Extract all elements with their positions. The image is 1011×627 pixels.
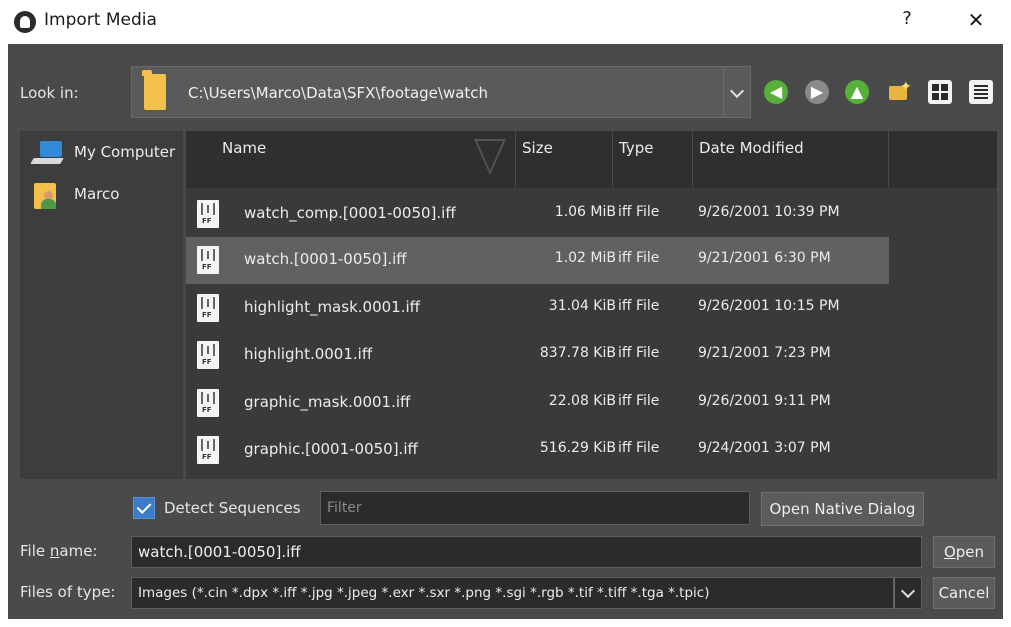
open-native-dialog-button[interactable]: Open Native Dialog [761, 492, 924, 526]
file-size: 837.78 KiB [539, 345, 616, 361]
column-header-label: Date Modified [699, 139, 804, 157]
chevron-down-icon[interactable] [723, 66, 751, 118]
file-name-label: File name: [20, 542, 97, 560]
detect-sequences-checkbox[interactable] [133, 497, 155, 519]
file-type: iff File [618, 345, 660, 361]
detect-sequences-label[interactable]: Detect Sequences [164, 499, 301, 517]
computer-icon [30, 141, 66, 165]
filter-input[interactable] [320, 491, 750, 525]
file-list[interactable]: Name Size Type Date Modified FF watch_co… [186, 131, 997, 479]
file-type: iff File [618, 440, 660, 456]
open-label-rest: pen [955, 543, 985, 561]
iff-file-icon: FF [197, 436, 219, 464]
list-line [974, 93, 988, 95]
list-line [974, 89, 988, 91]
chevron-down-icon[interactable] [894, 577, 922, 609]
sidebar-item-label: My Computer [74, 143, 176, 161]
grid-cell [941, 93, 948, 100]
label-part: File [20, 542, 50, 560]
column-header-label: Type [619, 139, 654, 157]
iff-file-icon: FF [197, 341, 219, 369]
label-mnemonic: n [49, 542, 60, 560]
file-type: iff File [618, 204, 660, 220]
column-header-label: Size [522, 139, 553, 157]
forward-icon[interactable]: ▶ [805, 80, 829, 104]
up-arrow-glyph: ▲ [850, 82, 864, 101]
files-of-type-combo[interactable]: Images (*.cin *.dpx *.iff *.jpg *.jpeg *… [131, 577, 894, 609]
close-icon[interactable]: ✕ [962, 8, 990, 32]
file-type: iff File [618, 298, 660, 314]
file-size: 1.06 MiB [554, 204, 616, 220]
user-folder-icon [34, 179, 60, 209]
folder-icon [142, 70, 166, 110]
file-name: watch.[0001-0050].iff [244, 250, 407, 268]
file-size: 31.04 KiB [548, 298, 616, 314]
file-row[interactable]: FF graphic_mask.0001.iff 22.08 KiB iff F… [186, 380, 997, 427]
column-header-type[interactable]: Type [613, 131, 693, 188]
iff-file-icon: FF [197, 389, 219, 417]
dialog-bottom-edge [8, 619, 1003, 627]
column-header-label: Name [222, 139, 267, 157]
file-row[interactable]: FF highlight_mask.0001.iff 31.04 KiB iff… [186, 285, 997, 332]
label-part: ame: [59, 542, 98, 560]
up-icon[interactable]: ▲ [845, 80, 869, 104]
new-folder-star: ✦ [900, 79, 912, 95]
open-mnemonic: O [943, 543, 956, 561]
list-view-icon[interactable] [969, 80, 993, 104]
forward-arrow-glyph: ▶ [810, 82, 824, 101]
back-arrow-glyph: ◀ [769, 82, 783, 101]
file-row[interactable]: FF highlight.0001.iff 837.78 KiB iff Fil… [186, 332, 997, 379]
look-in-label: Look in: [20, 84, 79, 102]
sidebar-item-marco[interactable]: Marco [20, 175, 183, 215]
file-name-field[interactable] [131, 536, 922, 568]
places-sidebar: My Computer Marco [20, 131, 183, 479]
sort-descending-icon [474, 139, 506, 175]
iff-file-icon: FF [197, 294, 219, 322]
file-date: 9/26/2001 10:15 PM [698, 298, 840, 314]
iff-file-icon: FF [197, 246, 219, 274]
list-line [974, 85, 988, 87]
file-date: 9/21/2001 6:30 PM [698, 250, 831, 266]
back-icon[interactable]: ◀ [764, 80, 788, 104]
files-of-type-value: Images (*.cin *.dpx *.iff *.jpg *.jpeg *… [138, 585, 710, 601]
file-date: 9/26/2001 9:11 PM [698, 393, 831, 409]
file-row-selected[interactable]: FF watch.[0001-0050].iff 1.02 MiB iff Fi… [186, 237, 997, 284]
column-header-date-modified[interactable]: Date Modified [693, 131, 889, 188]
grid-cell [932, 93, 939, 100]
file-row[interactable]: FF graphic.[0001-0050].iff 516.29 KiB if… [186, 427, 997, 474]
file-type: iff File [618, 250, 660, 266]
sidebar-item-label: Marco [74, 185, 120, 203]
sidebar-item-my-computer[interactable]: My Computer [20, 133, 183, 173]
file-size: 1.02 MiB [554, 250, 616, 266]
file-date: 9/24/2001 3:07 PM [698, 440, 831, 456]
files-of-type-label: Files of type: [20, 583, 116, 601]
grid-cell [941, 84, 948, 91]
help-button[interactable]: ? [895, 8, 919, 29]
open-button[interactable]: Open [933, 536, 995, 568]
file-name: graphic.[0001-0050].iff [244, 440, 418, 458]
app-logo-icon [14, 11, 36, 33]
look-in-path[interactable]: C:\Users\Marco\Data\SFX\footage\watch [188, 84, 488, 102]
column-header-size[interactable]: Size [516, 131, 613, 188]
file-name: watch_comp.[0001-0050].iff [244, 204, 456, 222]
window-title: Import Media [44, 10, 157, 30]
list-line [974, 97, 988, 99]
file-name: graphic_mask.0001.iff [244, 393, 411, 411]
file-date: 9/21/2001 7:23 PM [698, 345, 831, 361]
cancel-button[interactable]: Cancel [933, 577, 995, 609]
column-header-name[interactable]: Name [186, 131, 516, 188]
file-row[interactable]: FF watch_comp.[0001-0050].iff 1.06 MiB i… [186, 191, 997, 238]
title-bar: Import Media ? ✕ [0, 0, 1011, 44]
file-date: 9/26/2001 10:39 PM [698, 204, 840, 220]
iff-file-icon: FF [197, 200, 219, 228]
file-list-header: Name Size Type Date Modified [186, 131, 997, 188]
file-type: iff File [618, 393, 660, 409]
file-name: highlight.0001.iff [244, 345, 373, 363]
file-size: 516.29 KiB [539, 440, 616, 456]
file-size: 22.08 KiB [548, 393, 616, 409]
grid-view-icon[interactable] [928, 80, 952, 104]
grid-cell [932, 84, 939, 91]
file-name: highlight_mask.0001.iff [244, 298, 420, 316]
new-folder-icon[interactable]: ✦ [887, 79, 912, 104]
